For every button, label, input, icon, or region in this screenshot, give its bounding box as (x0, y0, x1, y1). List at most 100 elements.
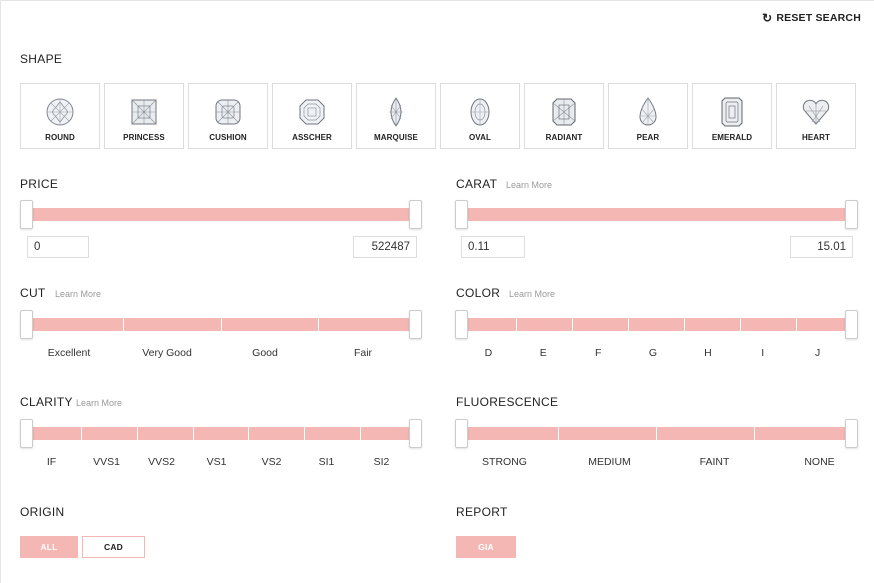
shape-princess[interactable]: PRINCESS (104, 83, 184, 149)
princess-diamond-icon (131, 99, 157, 125)
price-max-handle[interactable] (409, 200, 422, 229)
fluorescence-min-handle[interactable] (455, 419, 468, 448)
fluorescence-title: FLUORESCENCE (456, 395, 559, 409)
heart-diamond-icon (802, 99, 830, 125)
clarity-ticks: IF VVS1 VVS2 VS1 VS2 SI1 SI2 (24, 456, 409, 468)
shape-title: SHAPE (20, 52, 63, 66)
color-tick: F (594, 347, 602, 359)
clarity-min-handle[interactable] (20, 419, 33, 448)
cut-max-handle[interactable] (409, 310, 422, 339)
fluorescence-tick: STRONG (482, 456, 527, 468)
reset-search-label: RESET SEARCH (776, 12, 861, 24)
carat-min-input[interactable]: 0.11 (461, 236, 525, 258)
color-title: COLOR (456, 286, 501, 300)
shape-pear[interactable]: PEAR (608, 83, 688, 149)
oval-diamond-icon (470, 98, 490, 126)
fluorescence-tick: NONE (804, 456, 835, 468)
reset-icon: ↻ (762, 11, 773, 25)
clarity-tick: VS1 (206, 456, 227, 468)
cut-title: CUT (20, 286, 46, 300)
color-tick: I (761, 347, 765, 359)
clarity-title: CLARITY (20, 395, 73, 409)
clarity-tick: IF (46, 456, 57, 468)
report-gia-button[interactable]: GIA (456, 536, 516, 558)
shape-emerald[interactable]: EMERALD (692, 83, 772, 149)
cut-ticks: Excellent Very Good Good Fair (20, 347, 412, 359)
slider-track (461, 427, 852, 440)
shape-list: ROUND PRINCESS CUSHION ASSCHER MARQUISE (20, 83, 856, 149)
price-slider[interactable] (20, 200, 422, 230)
clarity-slider[interactable] (20, 419, 422, 449)
price-min-input[interactable]: 0 (27, 236, 89, 258)
clarity-tick: VS2 (261, 456, 282, 468)
slider-track (26, 318, 416, 331)
clarity-tick: VVS2 (148, 456, 175, 468)
shape-label: OVAL (468, 133, 492, 142)
slider-track (461, 208, 852, 221)
clarity-tick: SI2 (373, 456, 390, 468)
fluorescence-slider[interactable] (455, 419, 858, 449)
color-tick: E (539, 347, 547, 359)
price-title: PRICE (20, 177, 59, 191)
shape-label: HEART (801, 133, 831, 142)
color-min-handle[interactable] (455, 310, 468, 339)
color-learn-more-link[interactable]: Learn More (509, 289, 555, 299)
reset-search-button[interactable]: ↻ RESET SEARCH (762, 12, 861, 24)
shape-label: PRINCESS (123, 133, 165, 142)
origin-cad-button[interactable]: CAD (82, 536, 145, 558)
round-diamond-icon (46, 98, 74, 126)
shape-heart[interactable]: HEART (776, 83, 856, 149)
slider-track (461, 318, 852, 331)
shape-label: PEAR (636, 133, 660, 142)
carat-max-handle[interactable] (845, 200, 858, 229)
fluorescence-max-handle[interactable] (845, 419, 858, 448)
fluorescence-ticks: STRONG MEDIUM FAINT NONE (452, 456, 872, 468)
carat-slider[interactable] (455, 200, 858, 230)
price-min-handle[interactable] (20, 200, 33, 229)
marquise-diamond-icon (389, 97, 403, 127)
emerald-diamond-icon (721, 97, 743, 127)
color-tick: J (814, 347, 821, 359)
slider-track (26, 208, 416, 221)
shape-radiant[interactable]: RADIANT (524, 83, 604, 149)
shape-marquise[interactable]: MARQUISE (356, 83, 436, 149)
cut-slider[interactable] (20, 310, 422, 340)
origin-all-button[interactable]: ALL (20, 536, 78, 558)
cut-min-handle[interactable] (20, 310, 33, 339)
shape-label: EMERALD (711, 133, 753, 142)
cut-tick: Very Good (142, 347, 192, 359)
cushion-diamond-icon (215, 99, 241, 125)
shape-label: RADIANT (545, 133, 583, 142)
color-max-handle[interactable] (845, 310, 858, 339)
shape-label: MARQUISE (374, 133, 418, 142)
shape-label: ROUND (45, 133, 75, 142)
carat-learn-more-link[interactable]: Learn More (506, 180, 552, 190)
cut-learn-more-link[interactable]: Learn More (55, 289, 101, 299)
carat-title: CARAT (456, 177, 498, 191)
cut-tick: Fair (353, 347, 373, 359)
shape-oval[interactable]: OVAL (440, 83, 520, 149)
color-tick: H (704, 347, 712, 359)
clarity-max-handle[interactable] (409, 419, 422, 448)
slider-track (26, 427, 416, 440)
shape-label: ASSCHER (292, 133, 332, 142)
clarity-tick: SI1 (318, 456, 335, 468)
shape-round[interactable]: ROUND (20, 83, 100, 149)
pear-diamond-icon (639, 97, 657, 126)
price-max-input[interactable]: 522487 (353, 236, 417, 258)
clarity-learn-more-link[interactable]: Learn More (76, 398, 122, 408)
fluorescence-tick: FAINT (699, 456, 730, 468)
radiant-diamond-icon (552, 98, 576, 126)
color-slider[interactable] (455, 310, 858, 340)
carat-max-input[interactable]: 15.01 (790, 236, 853, 258)
fluorescence-tick: MEDIUM (588, 456, 631, 468)
shape-asscher[interactable]: ASSCHER (272, 83, 352, 149)
shape-cushion[interactable]: CUSHION (188, 83, 268, 149)
carat-min-handle[interactable] (455, 200, 468, 229)
clarity-tick: VVS1 (93, 456, 120, 468)
origin-title: ORIGIN (20, 505, 65, 519)
color-ticks: D E F G H I J (461, 347, 845, 359)
cut-tick: Good (252, 347, 278, 359)
asscher-diamond-icon (299, 99, 325, 125)
color-tick: G (648, 347, 658, 359)
